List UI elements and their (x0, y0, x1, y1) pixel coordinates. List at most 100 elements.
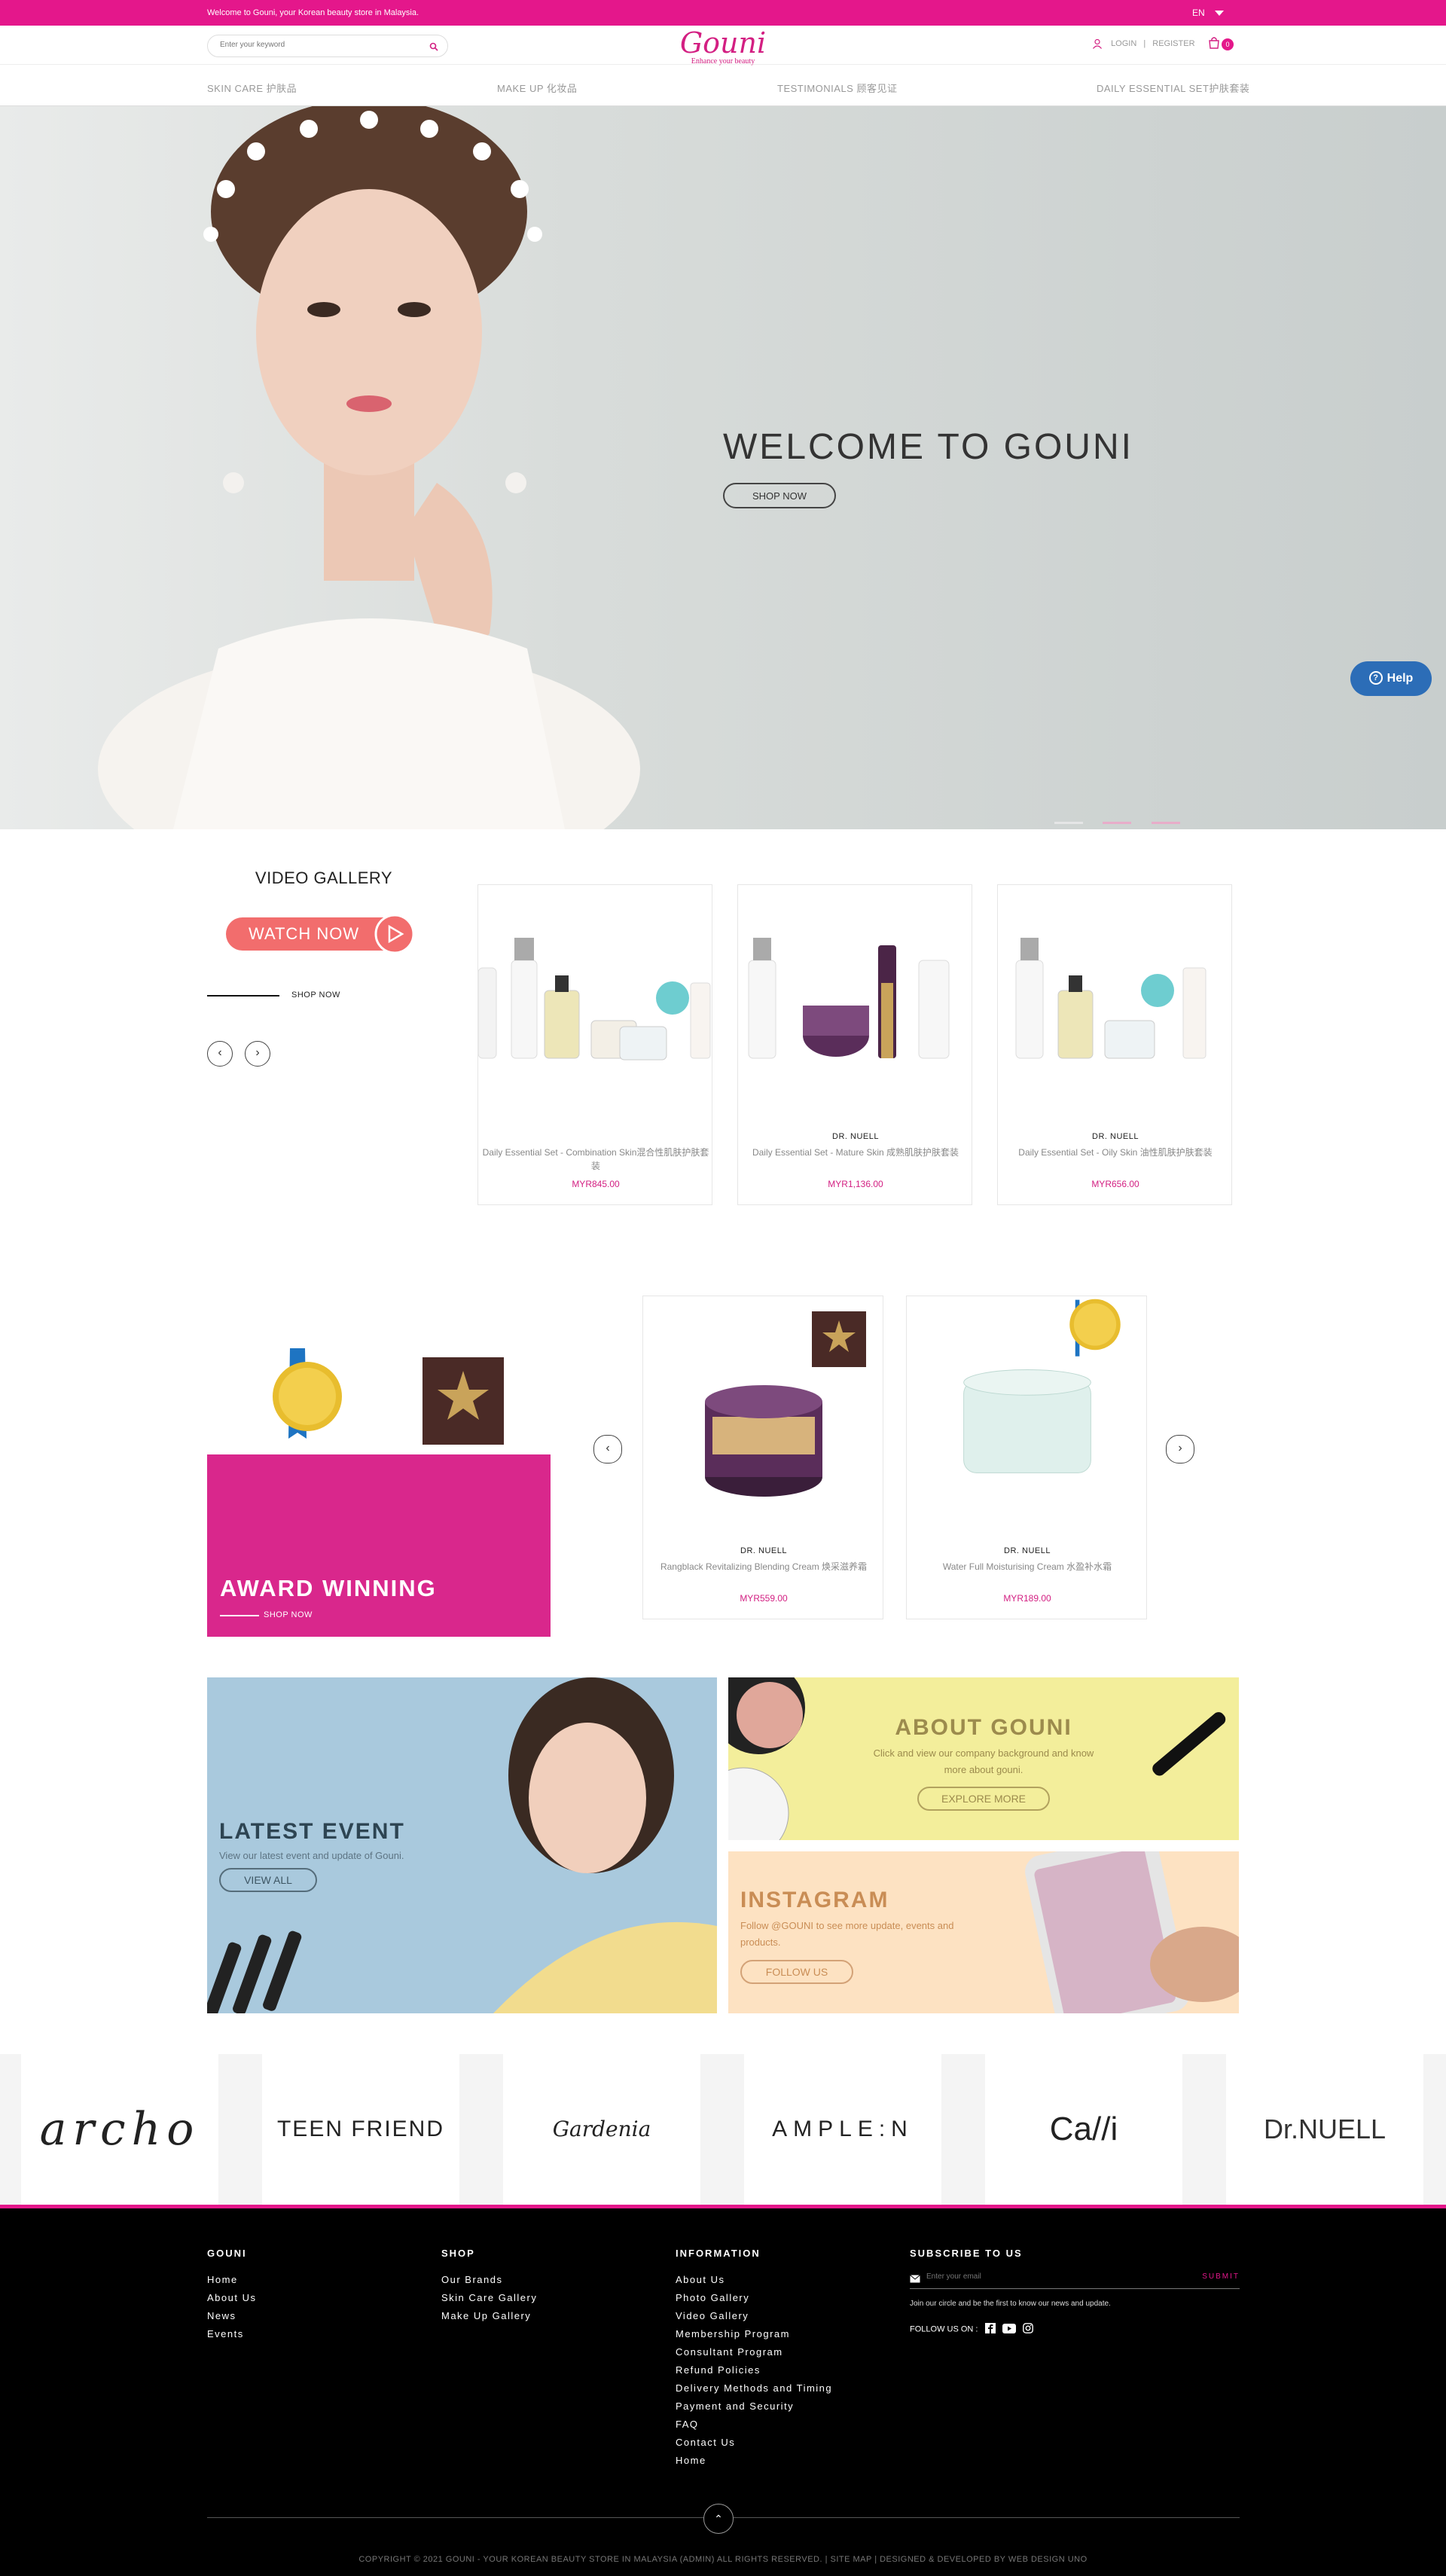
chevron-down-icon[interactable] (1215, 11, 1224, 16)
product-card[interactable]: DR. NUELL Daily Essential Set - Oily Ski… (997, 884, 1232, 1205)
product-name[interactable]: Daily Essential Set - Mature Skin 成熟肌肤护肤… (741, 1146, 970, 1159)
hero-shop-now-button[interactable]: SHOP NOW (723, 483, 836, 508)
subscribe-description: Join our circle and be the first to know… (910, 2300, 1111, 2308)
nav-testimonials[interactable]: TESTIMONIALS 顾客见证 (777, 81, 897, 95)
footer-link-our-brands[interactable]: Our Brands (441, 2271, 537, 2289)
product-image (705, 1311, 866, 1497)
footer-link-contact-us[interactable]: Contact Us (676, 2434, 832, 2452)
footer-link-video-gallery[interactable]: Video Gallery (676, 2307, 832, 2325)
product-price: MYR1,136.00 (828, 1179, 883, 1189)
cart-icon[interactable] (1207, 36, 1221, 53)
footer: GOUNI Home About Us News Events SHOP Our… (0, 2205, 1446, 2576)
award-product-card[interactable]: DR. NUELL Water Full Moisturising Cream … (906, 1296, 1147, 1619)
watch-now-label[interactable]: WATCH NOW (249, 924, 359, 944)
view-all-button[interactable]: VIEW ALL (219, 1868, 317, 1892)
follow-us-button[interactable]: FOLLOW US (740, 1960, 853, 1984)
product-name[interactable]: Daily Essential Set - Oily Skin 油性肌肤护肤套装 (1001, 1146, 1230, 1159)
help-label: Help (1387, 672, 1414, 685)
brand-logo-card[interactable]: Ca//i (985, 2054, 1182, 2205)
product-card[interactable]: DR. NUELL Daily Essential Set - Mature S… (737, 884, 972, 1205)
nav-make-up[interactable]: MAKE UP 化妆品 (497, 81, 577, 95)
award-winning-banner[interactable]: AWARD WINNING SHOP NOW (207, 1454, 551, 1637)
footer-col-shop: SHOP Our Brands Skin Care Gallery Make U… (441, 2248, 537, 2325)
product-brand: DR. NUELL (740, 1546, 787, 1555)
hero-banner[interactable]: WELCOME TO GOUNI SHOP NOW (0, 106, 1446, 829)
instagram-tile[interactable]: INSTAGRAM Follow @GOUNI to see more upda… (728, 1851, 1239, 2013)
award-carousel-prev-button[interactable]: ‹ (593, 1435, 622, 1463)
product-name[interactable]: Daily Essential Set - Combination Skin混合… (481, 1146, 710, 1173)
question-icon: ? (1368, 671, 1383, 685)
slider-dot[interactable] (1151, 822, 1180, 824)
footer-link-skin-care-gallery[interactable]: Skin Care Gallery (441, 2289, 537, 2307)
latest-event-text: View our latest event and update of Goun… (219, 1850, 404, 1861)
product-name[interactable]: Rangblack Revitalizing Blending Cream 焕采… (646, 1560, 881, 1573)
product-card[interactable]: Daily Essential Set - Combination Skin混合… (477, 884, 712, 1205)
search-box[interactable] (207, 35, 448, 57)
back-to-top-button[interactable]: ⌃ (703, 2504, 734, 2534)
subscribe-title: SUBSCRIBE TO US (910, 2248, 1023, 2259)
award-carousel-next-button[interactable]: › (1166, 1435, 1194, 1463)
brand-logo-strip: archo TEEN FRIEND Gardenia Primrose AMPL… (0, 2054, 1446, 2292)
copyright-text: COPYRIGHT © 2021 GOUNI - YOUR KOREAN BEA… (358, 2555, 1088, 2564)
subscribe-email-input[interactable] (926, 2272, 1167, 2281)
video-shop-now-link[interactable]: SHOP NOW (291, 990, 340, 1000)
footer-link-home[interactable]: Home (207, 2271, 256, 2289)
nav-daily-essential-set[interactable]: DAILY ESSENTIAL SET护肤套装 (1097, 81, 1249, 95)
language-selector[interactable]: EN (1192, 8, 1205, 18)
award-shop-now-link[interactable]: SHOP NOW (264, 1610, 313, 1619)
footer-link-about-us[interactable]: About Us (207, 2289, 256, 2307)
product-price: MYR559.00 (740, 1593, 788, 1604)
chevron-up-icon: ⌃ (714, 2512, 723, 2525)
subscribe-submit-button[interactable]: SUBMIT (1202, 2272, 1240, 2281)
footer-link-payment-security[interactable]: Payment and Security (676, 2397, 832, 2416)
footer-link-refund-policies[interactable]: Refund Policies (676, 2361, 832, 2379)
search-icon[interactable] (429, 41, 438, 55)
explore-more-button[interactable]: EXPLORE MORE (917, 1787, 1050, 1811)
footer-link-photo-gallery[interactable]: Photo Gallery (676, 2289, 832, 2307)
footer-link-consultant-program[interactable]: Consultant Program (676, 2343, 832, 2361)
footer-link-news[interactable]: News (207, 2307, 256, 2325)
logo[interactable]: Gouni Enhance your beauty (670, 27, 776, 66)
footer-link-about-us[interactable]: About Us (676, 2271, 832, 2289)
slider-dot[interactable] (1054, 822, 1083, 824)
product-image (478, 938, 711, 1061)
footer-link-home[interactable]: Home (676, 2452, 832, 2470)
welcome-message: Welcome to Gouni, your Korean beauty sto… (207, 8, 419, 17)
brand-logo-card[interactable]: Dr.NUELL (1226, 2054, 1423, 2205)
slider-dot-active[interactable] (1103, 822, 1132, 824)
instagram-icon[interactable] (1022, 2323, 1033, 2336)
product-name[interactable]: Water Full Moisturising Cream 水盈补水霜 (910, 1560, 1145, 1573)
register-link[interactable]: REGISTER (1152, 39, 1194, 48)
product-price: MYR845.00 (572, 1179, 620, 1189)
carousel-prev-button[interactable]: ‹ (207, 1041, 233, 1067)
nav-skin-care[interactable]: SKIN CARE 护肤品 (207, 81, 297, 95)
latest-event-tile[interactable]: LATEST EVENT View our latest event and u… (207, 1677, 717, 2013)
brand-logo-card[interactable]: TEEN FRIEND (262, 2054, 459, 2205)
facebook-icon[interactable] (984, 2323, 996, 2336)
footer-link-events[interactable]: Events (207, 2325, 256, 2343)
brand-logo-card[interactable]: AMPLE:N (744, 2054, 941, 2205)
footer-link-faq[interactable]: FAQ (676, 2416, 832, 2434)
youtube-icon[interactable] (1002, 2323, 1016, 2336)
carousel-next-button[interactable]: › (245, 1041, 270, 1067)
user-icon[interactable] (1092, 38, 1103, 49)
footer-heading: INFORMATION (676, 2248, 761, 2259)
search-input[interactable] (220, 41, 416, 49)
help-button[interactable]: ? Help (1350, 661, 1432, 696)
brand-logo-card[interactable]: archo (21, 2054, 218, 2205)
subscribe-form: SUBMIT (910, 2269, 1240, 2289)
award-product-card[interactable]: DR. NUELL Rangblack Revitalizing Blendin… (642, 1296, 883, 1619)
brand-logo-calli: Ca//i (1049, 2111, 1118, 2147)
logo-name: Gouni (679, 26, 767, 60)
product-brand: DR. NUELL (1092, 1132, 1139, 1141)
footer-link-make-up-gallery[interactable]: Make Up Gallery (441, 2307, 537, 2325)
footer-link-membership-program[interactable]: Membership Program (676, 2325, 832, 2343)
top-bar: Welcome to Gouni, your Korean beauty sto… (0, 0, 1446, 26)
main-nav: SKIN CARE 护肤品 MAKE UP 化妆品 TESTIMONIALS 顾… (0, 66, 1446, 106)
brand-logo-gardenia-primrose: Gardenia Primrose (552, 2117, 651, 2292)
brand-logo-card[interactable]: Gardenia Primrose (503, 2054, 700, 2292)
about-gouni-tile[interactable]: ABOUT GOUNI Click and view our company b… (728, 1677, 1239, 1840)
divider-line (220, 1615, 259, 1616)
login-link[interactable]: LOGIN (1111, 39, 1136, 48)
footer-link-delivery-methods[interactable]: Delivery Methods and Timing (676, 2379, 832, 2397)
